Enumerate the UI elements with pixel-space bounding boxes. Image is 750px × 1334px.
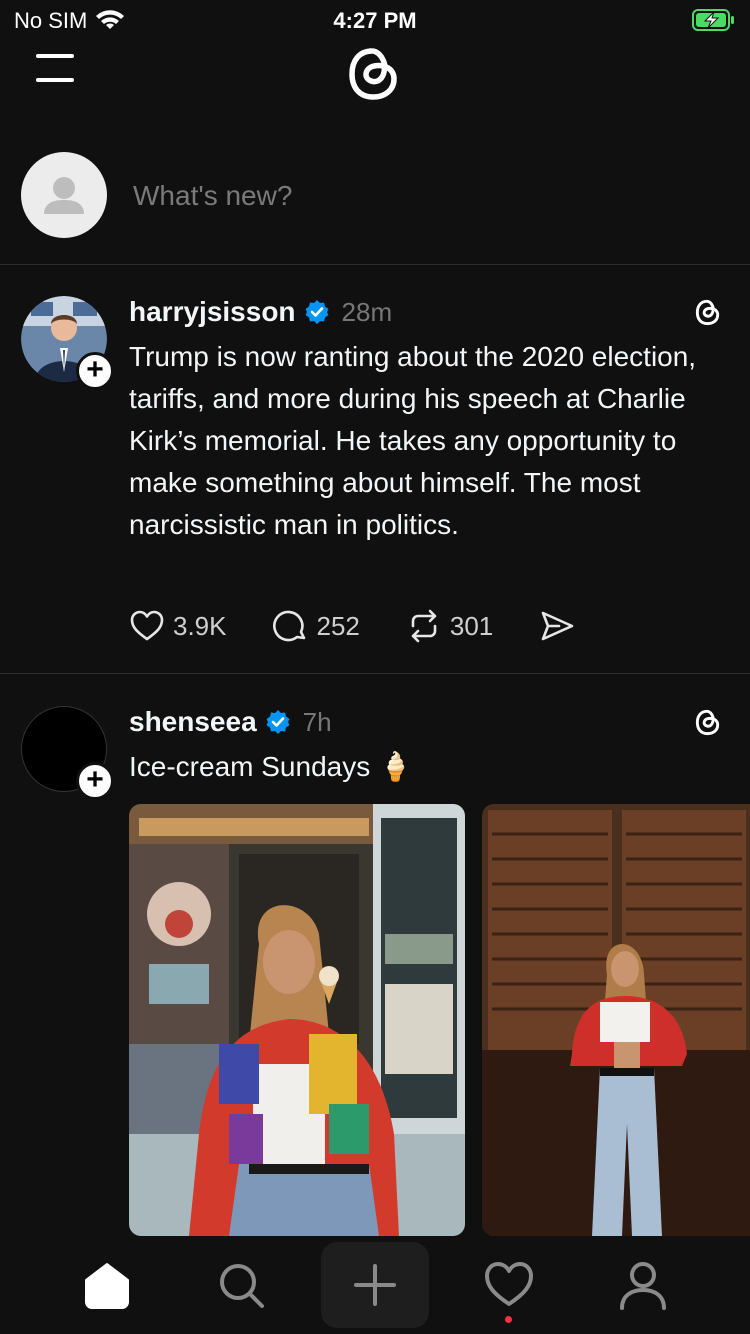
reply-count: 252 bbox=[316, 610, 360, 641]
plus-icon bbox=[354, 1264, 396, 1306]
status-time: 4:27 PM bbox=[333, 8, 417, 33]
post-image[interactable] bbox=[129, 804, 465, 1236]
post[interactable]: + shenseea 7h Ice-cream Sundays 🍦 bbox=[0, 706, 750, 1236]
tab-bar bbox=[0, 1236, 750, 1334]
default-avatar-icon bbox=[44, 177, 84, 214]
send-icon bbox=[541, 611, 574, 641]
threads-icon[interactable] bbox=[692, 706, 724, 738]
post-header: shenseea 7h bbox=[129, 706, 332, 738]
verified-badge-icon bbox=[266, 710, 290, 734]
like-count: 3.9K bbox=[173, 610, 227, 641]
divider bbox=[0, 673, 750, 674]
menu-button[interactable] bbox=[36, 52, 76, 84]
create-button[interactable] bbox=[321, 1242, 429, 1328]
verified-badge-icon bbox=[305, 300, 329, 324]
post-text: Trump is now ranting about the 2020 elec… bbox=[129, 341, 697, 540]
follow-button[interactable]: + bbox=[76, 352, 114, 390]
threads-icon[interactable] bbox=[692, 296, 724, 328]
post[interactable]: + harryjsisson 28m Trump is now ranting … bbox=[0, 296, 750, 674]
battery-charging-icon bbox=[692, 9, 734, 31]
post-image[interactable] bbox=[482, 804, 750, 1236]
post-time: 28m bbox=[341, 296, 393, 327]
repost-button[interactable]: 301 bbox=[406, 608, 493, 644]
like-button[interactable]: 3.9K bbox=[129, 608, 227, 644]
follow-button[interactable]: + bbox=[76, 762, 114, 800]
repost-count: 301 bbox=[449, 610, 494, 641]
share-button[interactable] bbox=[539, 608, 575, 644]
post-actions: 3.9K 252 301 bbox=[129, 608, 621, 644]
heart-icon bbox=[130, 610, 164, 641]
post-time: 7h bbox=[302, 706, 332, 737]
composer[interactable]: What's new? bbox=[0, 152, 750, 264]
comment-icon bbox=[272, 610, 305, 642]
post-text: Ice-cream Sundays 🍦 bbox=[129, 751, 413, 782]
repost-icon bbox=[411, 609, 437, 643]
post-header: harryjsisson 28m bbox=[129, 296, 392, 328]
home-icon[interactable] bbox=[80, 1258, 134, 1312]
divider bbox=[0, 264, 750, 265]
my-avatar[interactable] bbox=[21, 152, 107, 238]
notification-dot bbox=[505, 1316, 512, 1323]
username[interactable]: harryjsisson bbox=[129, 296, 296, 328]
search-icon[interactable] bbox=[214, 1258, 268, 1312]
threads-logo-icon[interactable] bbox=[341, 40, 407, 106]
reply-button[interactable]: 252 bbox=[272, 608, 360, 644]
username[interactable]: shenseea bbox=[129, 706, 257, 738]
composer-placeholder[interactable]: What's new? bbox=[133, 180, 292, 212]
activity-heart-icon[interactable] bbox=[482, 1258, 536, 1312]
status-bar: No SIM 4:27 PM bbox=[0, 0, 750, 40]
profile-icon[interactable] bbox=[616, 1258, 670, 1312]
